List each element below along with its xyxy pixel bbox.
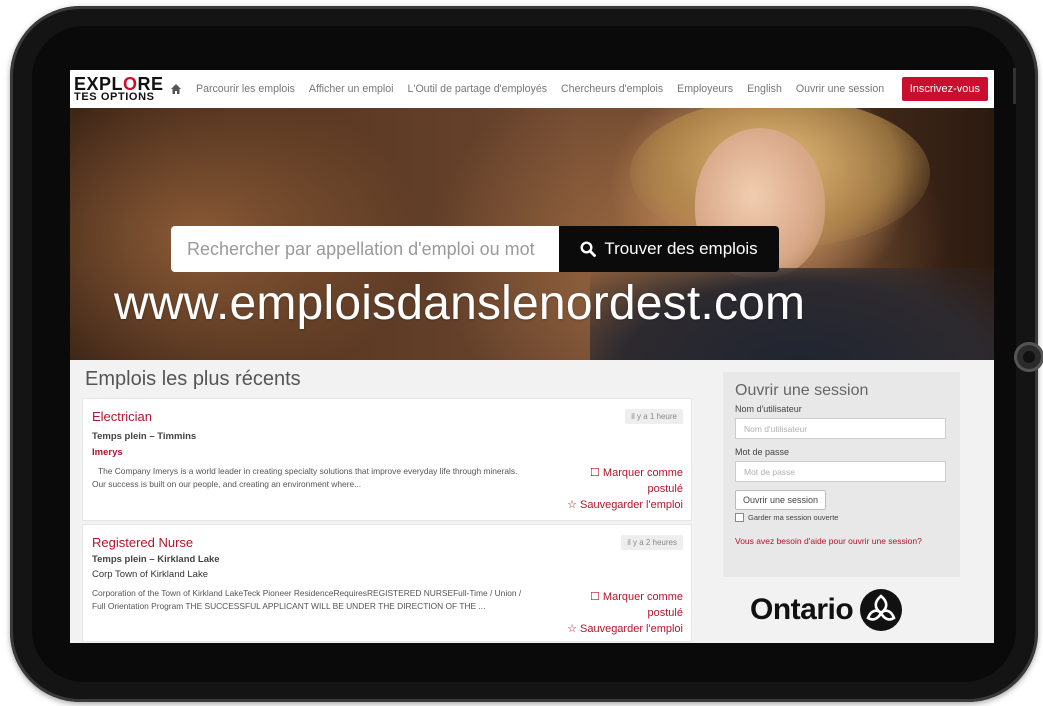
find-jobs-label: Trouver des emplois — [604, 239, 758, 258]
job-title-link[interactable]: Registered Nurse — [92, 535, 193, 550]
top-nav: EXPLORE TES OPTIONS Parcourir les emploi… — [70, 70, 994, 109]
save-job-button[interactable]: ☆ Sauvegarder l'emploi — [567, 497, 683, 513]
search-icon — [580, 241, 597, 257]
username-label: Nom d'utilisateur — [735, 404, 802, 414]
mark-applied-button[interactable]: ☐ Marquer comme — [567, 465, 683, 481]
nav-browse-jobs[interactable]: Parcourir les emplois — [196, 83, 295, 95]
checkbox-icon: ☐ — [589, 591, 600, 603]
tablet-side-button — [1013, 68, 1016, 104]
explore-logo[interactable]: EXPLORE TES OPTIONS — [74, 73, 166, 105]
screen: EXPLORE TES OPTIONS Parcourir les emploi… — [70, 70, 994, 643]
nav-login[interactable]: Ouvrir une session — [796, 83, 884, 95]
website-watermark: www.emploisdanslenordest.com — [114, 277, 806, 330]
job-company: Corp Town of Kirkland Lake — [92, 569, 208, 580]
mark-applied-label-2: postulé — [647, 607, 683, 619]
checkbox-icon — [735, 513, 744, 522]
nav-employers[interactable]: Employeurs — [677, 83, 733, 95]
job-description: Corporation of the Town of Kirkland Lake… — [92, 588, 522, 611]
nav-english[interactable]: English — [747, 83, 782, 95]
login-title: Ouvrir une session — [735, 382, 869, 399]
nav-post-job[interactable]: Afficher un emploi — [309, 83, 394, 95]
remember-me-checkbox[interactable]: Garder ma session ouverte — [735, 513, 948, 522]
tablet-camera — [1014, 342, 1043, 372]
login-submit-button[interactable]: Ouvrir une session — [735, 490, 827, 510]
password-label: Mot de passe — [735, 447, 790, 457]
home-icon[interactable] — [170, 81, 186, 97]
job-card: Electrician il y a 1 heure Temps plein –… — [82, 398, 692, 521]
ontario-logo: Ontario — [750, 588, 903, 632]
star-icon: ☆ — [567, 499, 577, 511]
signup-button[interactable]: Inscrivez-vous — [901, 77, 988, 101]
password-field[interactable] — [735, 461, 946, 482]
job-posted-badge: il y a 1 heure — [625, 409, 683, 424]
job-company-link[interactable]: Imerys — [92, 447, 123, 458]
mark-applied-button[interactable]: ☐ Marquer comme — [567, 589, 683, 605]
star-icon: ☆ — [567, 623, 577, 635]
username-field[interactable] — [735, 418, 946, 439]
login-help-link[interactable]: Vous avez besoin d'aide pour ouvrir une … — [735, 536, 948, 546]
recent-jobs-title: Emplois les plus récents — [85, 368, 301, 390]
job-description: The Company Imerys is a world leader in … — [92, 466, 518, 489]
job-title-link[interactable]: Electrician — [92, 409, 152, 424]
main-content: Emplois les plus récents Electrician il … — [70, 360, 994, 643]
login-panel: Ouvrir une session Nom d'utilisateur Mot… — [723, 372, 960, 577]
ontario-wordmark: Ontario — [750, 593, 854, 626]
find-jobs-button[interactable]: Trouver des emplois — [559, 226, 779, 272]
job-search-bar: Trouver des emplois — [171, 226, 779, 272]
nav-job-seekers[interactable]: Chercheurs d'emplois — [561, 83, 663, 95]
trillium-icon — [860, 589, 903, 631]
job-posted-badge: il y a 2 heures — [621, 535, 683, 550]
mark-applied-label-2: postulé — [647, 483, 683, 495]
nav-employee-sharing-tool[interactable]: L'Outil de partage d'employés — [408, 83, 548, 95]
job-search-input[interactable] — [171, 226, 559, 272]
job-card: Registered Nurse il y a 2 heures Temps p… — [82, 524, 692, 642]
nav-links: Parcourir les emplois Afficher un emploi… — [196, 83, 898, 95]
job-type-location: Temps plein – Timmins — [92, 431, 197, 442]
job-type-location: Temps plein – Kirkland Lake — [92, 554, 220, 565]
checkbox-icon: ☐ — [589, 467, 600, 479]
save-job-button[interactable]: ☆ Sauvegarder l'emploi — [567, 621, 683, 637]
